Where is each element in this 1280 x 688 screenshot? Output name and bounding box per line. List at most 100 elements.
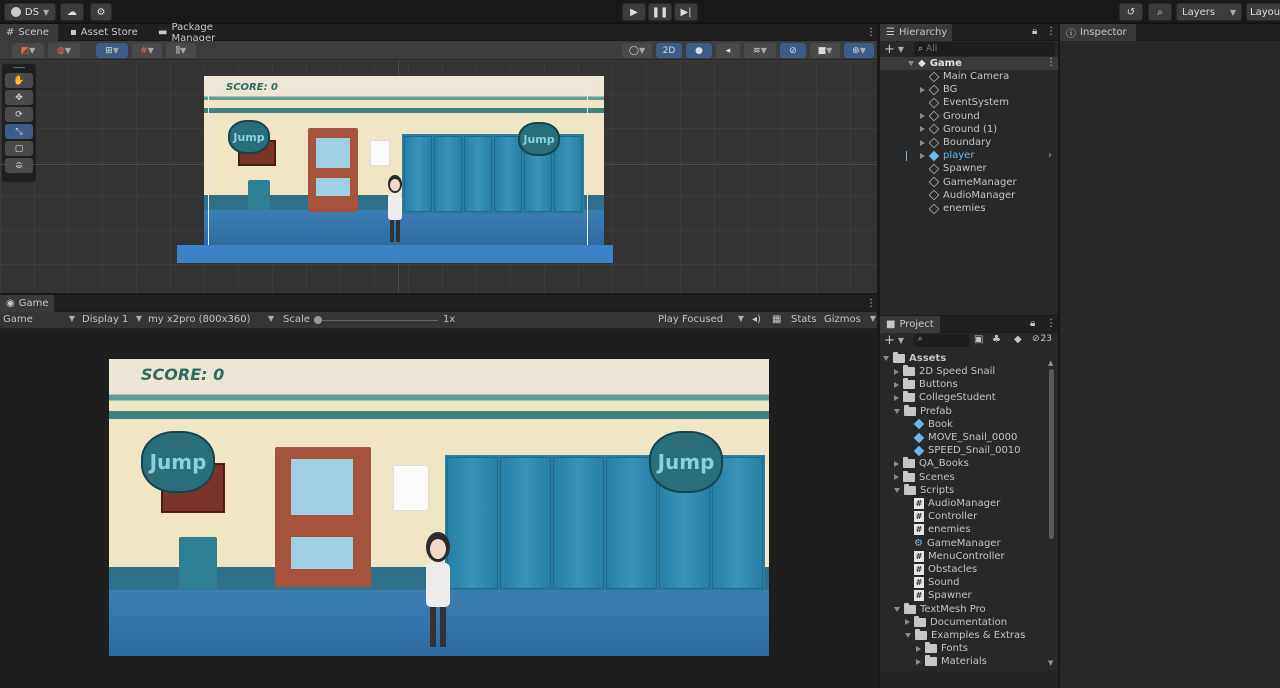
slider-thumb[interactable] <box>314 316 322 324</box>
account-dropdown[interactable]: DS ▼ <box>4 3 56 21</box>
tab-game[interactable]: ◉ Game <box>0 295 54 312</box>
hierarchy-item[interactable]: Boundary <box>920 136 991 149</box>
hierarchy-item[interactable]: enemies <box>920 202 986 215</box>
kebab-icon[interactable]: ⋮ <box>1046 318 1056 329</box>
project-item[interactable]: Buttons <box>894 378 958 391</box>
hierarchy-item[interactable]: GameManager <box>920 176 1017 189</box>
transform-tool[interactable]: ⊛ <box>5 158 33 173</box>
collapse-icon[interactable] <box>905 633 911 638</box>
kebab-icon[interactable]: ⋮ <box>1046 26 1056 37</box>
hierarchy-item[interactable]: player <box>920 149 974 162</box>
jump-button-right[interactable]: Jump <box>649 431 723 493</box>
rect-tool[interactable]: ▢ <box>5 141 33 156</box>
expand-icon[interactable] <box>894 381 899 388</box>
hierarchy-item[interactable]: Ground <box>920 110 980 123</box>
lock-icon[interactable]: 🔒︎ <box>1030 318 1035 329</box>
hand-tool[interactable]: ✋ <box>5 73 33 88</box>
create-dropdown[interactable]: + ▼ <box>884 333 908 348</box>
project-scrollbar[interactable]: ▲ ▼ <box>1048 359 1055 667</box>
assets-root[interactable]: Assets <box>883 352 946 365</box>
scrollbar-thumb[interactable] <box>1049 369 1054 539</box>
pause-button[interactable]: ❚❚ <box>648 3 672 21</box>
mute-audio-icon[interactable]: ◂) <box>752 314 761 325</box>
tab-package-manager[interactable]: ▬ Package Manager <box>152 22 262 44</box>
audio-toggle[interactable]: ◂ <box>716 43 740 58</box>
filter-label-icon[interactable]: ♣ <box>992 334 1001 345</box>
play-button[interactable]: ▶ <box>622 3 646 21</box>
expand-icon[interactable] <box>920 152 925 159</box>
draw-mode-dropdown[interactable]: ◩ ▼ <box>12 43 44 58</box>
expand-icon[interactable] <box>916 658 921 665</box>
effects-dropdown[interactable]: ≋ ▼ <box>744 43 776 58</box>
kebab-icon[interactable]: ⋮ <box>1046 57 1056 68</box>
project-item[interactable]: # Sound <box>905 576 960 589</box>
hierarchy-item[interactable]: Ground (1) <box>920 123 997 136</box>
display-dropdown[interactable]: Display 1 ▼ <box>82 314 142 327</box>
expand-icon[interactable] <box>905 619 910 626</box>
hierarchy-item[interactable]: EventSystem <box>920 96 1009 109</box>
project-item[interactable]: # enemies <box>905 523 971 536</box>
gizmos-dropdown[interactable]: ⊕ ▼ <box>844 43 874 58</box>
grid-snap-dropdown[interactable]: # ▼ <box>132 43 162 58</box>
scale-slider[interactable] <box>314 316 438 325</box>
scroll-down-icon[interactable]: ▼ <box>1048 659 1053 667</box>
project-item[interactable]: CollegeStudent <box>894 391 996 404</box>
scale-tool[interactable]: ⤡ <box>5 124 33 139</box>
search-button[interactable]: ⌕ <box>1148 3 1172 21</box>
hierarchy-item[interactable]: AudioManager <box>920 189 1015 202</box>
hierarchy-item[interactable]: Main Camera <box>920 70 1009 83</box>
jump-button-left[interactable]: Jump <box>141 431 215 493</box>
visibility-toggle[interactable]: ⊘ <box>780 43 806 58</box>
create-dropdown[interactable]: + ▼ <box>884 42 908 57</box>
scene-viewport[interactable]: ✋ ✥ ⟳ ⤡ ▢ ⊛ SCORE: 0 Jump Jump <box>0 60 877 293</box>
scene-row[interactable] <box>880 57 1058 70</box>
project-item[interactable]: Scenes <box>894 470 955 484</box>
layout-dropdown[interactable]: Layout <box>1246 3 1280 21</box>
project-item[interactable]: # MenuController <box>905 550 1005 563</box>
hierarchy-search[interactable]: ⌕ <box>914 42 1055 56</box>
expand-icon[interactable] <box>920 113 925 120</box>
stats-button[interactable]: Stats <box>791 314 817 325</box>
lock-icon[interactable]: 🔒︎ <box>1032 26 1037 37</box>
project-item[interactable]: 2D Speed Snail <box>894 365 995 378</box>
increment-snap-dropdown[interactable]: ⫼ ▼ <box>166 43 196 58</box>
project-item[interactable]: # Obstacles <box>905 563 977 576</box>
hidden-packages[interactable]: ⊘ 23 <box>1032 334 1052 344</box>
display-mode-dropdown[interactable]: Game ▼ <box>3 314 75 327</box>
scroll-up-icon[interactable]: ▲ <box>1048 359 1053 367</box>
lighting-toggle[interactable]: ● <box>686 43 712 58</box>
snap-dropdown[interactable]: ⊞ ▼ <box>96 43 128 58</box>
expand-icon[interactable] <box>920 126 925 133</box>
project-item[interactable]: # Spawner <box>905 589 972 602</box>
collapse-icon[interactable] <box>894 408 900 414</box>
game-screen[interactable]: SCORE: 0 Jump Jump <box>109 359 769 656</box>
chevron-right-icon[interactable]: › <box>1048 150 1052 161</box>
collapse-icon[interactable] <box>908 61 914 66</box>
ground-sprite[interactable] <box>177 245 613 263</box>
hierarchy-item[interactable]: BG <box>920 83 957 96</box>
cloud-button[interactable]: ☁ <box>60 3 84 21</box>
project-item[interactable]: Fonts <box>916 642 968 655</box>
filter-type-icon[interactable]: ▣ <box>974 334 983 345</box>
play-mode-dropdown[interactable]: Play Focused ▼ <box>658 314 744 327</box>
step-button[interactable]: ▶| <box>674 3 698 21</box>
move-tool[interactable]: ✥ <box>5 90 33 105</box>
project-item[interactable]: Materials <box>916 655 987 668</box>
project-item[interactable]: TextMesh Pro <box>894 602 986 616</box>
expand-icon[interactable] <box>916 645 921 652</box>
project-item[interactable]: Book <box>905 418 953 431</box>
global-dropdown[interactable]: ◍ ▼ <box>48 43 80 58</box>
collapse-icon[interactable] <box>883 356 889 361</box>
project-item[interactable]: # AudioManager <box>905 497 1000 510</box>
resolution-dropdown[interactable]: my x2pro (800x360) ▼ <box>148 314 274 327</box>
history-button[interactable]: ↺ <box>1119 3 1143 21</box>
expand-icon[interactable] <box>920 86 925 93</box>
tab-scene[interactable]: # Scene <box>0 24 58 41</box>
expand-icon[interactable] <box>894 368 899 375</box>
collapse-icon[interactable] <box>894 606 900 612</box>
expand-icon[interactable] <box>894 474 899 481</box>
panel-menu-button[interactable]: ⋮ <box>860 24 876 41</box>
tab-asset-store[interactable]: ▪ Asset Store <box>64 24 148 41</box>
tab-hierarchy[interactable]: ☰ Hierarchy <box>880 24 952 41</box>
scene-background-sprite[interactable]: SCORE: 0 Jump Jump <box>204 76 604 246</box>
